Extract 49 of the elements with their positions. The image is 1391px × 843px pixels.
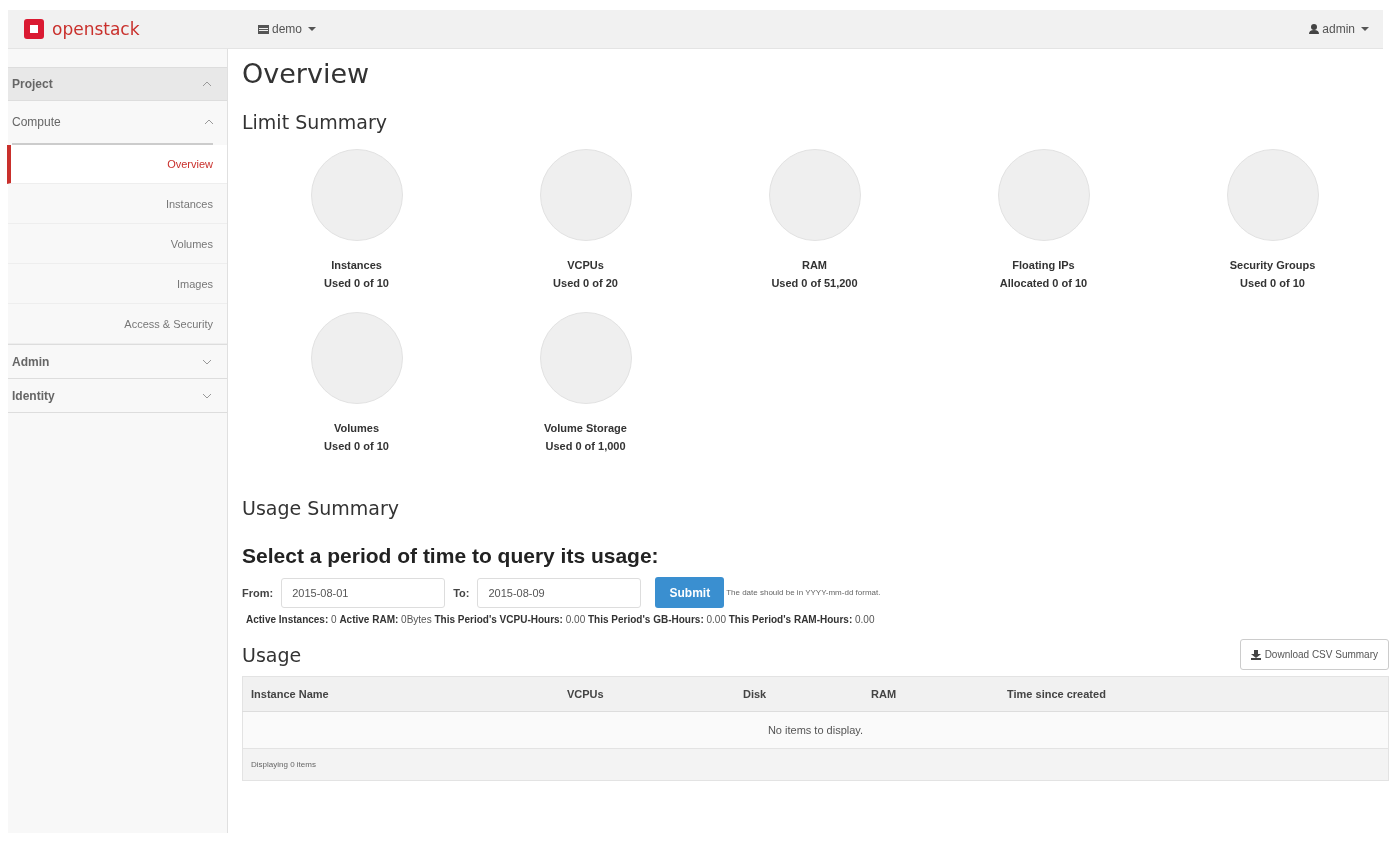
download-button[interactable]: Download CSV Summary	[1239, 639, 1389, 670]
sidebar-link[interactable]: Volumes	[8, 224, 227, 264]
submit-button[interactable]: Submit	[655, 577, 725, 608]
sidebar-link[interactable]: Images	[8, 264, 227, 304]
limit-usage: Allocated 0 of 10	[999, 276, 1088, 291]
field-label: To:	[453, 586, 470, 599]
brand-name: openstack	[52, 19, 140, 39]
logo-icon	[24, 19, 44, 39]
date-field[interactable]: 2015-08-09	[477, 577, 642, 608]
date-field[interactable]: 2015-08-01	[281, 577, 446, 608]
project-dropdown[interactable]: demo	[258, 22, 317, 36]
limit-usage: Used 0 of 20	[553, 276, 618, 291]
help-text: The date should be in YYYY-mm-dd format.	[726, 588, 881, 597]
download-icon	[1250, 649, 1261, 660]
section-heading: Usage	[242, 642, 302, 668]
limit-label: Security Groups	[1229, 258, 1316, 273]
usage-stats: Active Instances: 0 Active RAM: 0Bytes This Period's VCPU-Hours: 0.00 This Period's GB-Hours: 0.00 This Period's RAM-Hours: 0.00	[246, 614, 876, 625]
column-header: Instance Name	[242, 676, 559, 712]
limit-label: Volume Storage	[544, 421, 627, 436]
caret-icon	[1361, 27, 1369, 31]
section-heading: Usage Summary	[242, 496, 401, 521]
column-header: Time since created	[999, 676, 1389, 712]
table-footer: Displaying 0 items	[242, 748, 1389, 781]
column-header: VCPUs	[559, 676, 735, 712]
form-heading: Select a period of time to query its usage:	[242, 543, 660, 569]
column-header: RAM	[863, 676, 999, 712]
limit-usage: Used 0 of 1,000	[545, 439, 626, 454]
sidebar-link[interactable]: Instances	[8, 184, 227, 224]
limit-usage: Used 0 of 51,200	[771, 276, 858, 291]
empty-message: No items to display.	[242, 711, 1389, 749]
column-header: Disk	[735, 676, 863, 712]
sidebar-group-header[interactable]: Project	[8, 67, 227, 101]
limit-usage: Used 0 of 10	[324, 276, 389, 291]
limit-label: RAM	[801, 258, 828, 273]
field-label: From:	[242, 586, 274, 599]
limit-label: Instances	[331, 258, 382, 273]
page-title: Overview	[242, 57, 371, 91]
section-heading: Limit Summary	[242, 110, 388, 135]
sidebar-group-header[interactable]: Admin	[8, 344, 227, 379]
limit-label: Floating IPs	[1012, 258, 1075, 273]
limit-usage: Used 0 of 10	[1240, 276, 1305, 291]
user-icon	[1309, 24, 1320, 34]
grid-icon	[258, 24, 269, 34]
caret-icon	[308, 27, 317, 31]
limit-label: VCPUs	[567, 258, 604, 273]
limit-label: Volumes	[334, 421, 379, 436]
limit-usage: Used 0 of 10	[324, 439, 389, 454]
user-dropdown[interactable]: admin	[1309, 22, 1369, 36]
sidebar-link[interactable]: Overview	[7, 145, 227, 184]
